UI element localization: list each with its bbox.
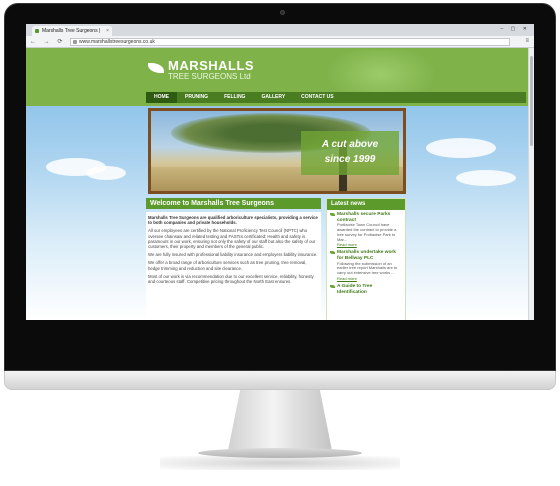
content-paragraph: We are fully insured with professional l… <box>148 252 318 258</box>
screen: Marshalls Tree Surgeons | × – ▢ ✕ ← → ⟳ … <box>26 24 534 320</box>
monitor-foot <box>198 448 362 458</box>
content-paragraph: Most of our work is via recommendation d… <box>148 273 314 285</box>
leaf-bullet-icon <box>330 251 335 255</box>
welcome-content: Marshalls Tree Surgeons are qualified ar… <box>146 212 321 320</box>
leaf-icon <box>148 63 164 73</box>
site-header: MARSHALLS TREE SURGEONS Ltd HOME PRUNING… <box>26 48 534 106</box>
browser-menu-icon[interactable]: ≡ <box>525 38 529 44</box>
news-item: A Guide to Tree Identification <box>327 282 405 296</box>
nav-contact-us[interactable]: CONTACT US <box>293 92 341 103</box>
page-scrollbar[interactable] <box>528 48 534 320</box>
main-nav: HOME PRUNING FELLING GALLERY CONTACT US <box>146 92 526 103</box>
cloud <box>426 138 496 158</box>
tab-title: Marshalls Tree Surgeons | <box>42 28 101 34</box>
nav-gallery[interactable]: GALLERY <box>253 92 293 103</box>
latest-news-panel: Latest news Marshalls secure Parks contr… <box>326 198 406 320</box>
leaf-bullet-icon <box>330 284 335 288</box>
browser-tab-bar: Marshalls Tree Surgeons | × – ▢ ✕ <box>26 24 534 36</box>
favicon-icon <box>35 29 39 33</box>
address-bar[interactable]: www.marshallstreesurgeons.co.uk <box>70 38 510 46</box>
browser-tab[interactable]: Marshalls Tree Surgeons | × <box>32 26 112 36</box>
nav-home[interactable]: HOME <box>146 92 177 103</box>
window-controls[interactable]: – ▢ ✕ <box>501 26 530 32</box>
news-heading: Latest news <box>327 199 405 210</box>
news-summary: Following the submission of an earlier t… <box>337 260 398 276</box>
read-more-link[interactable]: Read more <box>337 242 402 247</box>
monitor-stand <box>227 389 333 451</box>
scrollbar-thumb[interactable] <box>530 56 533 146</box>
url-text: www.marshallstreesurgeons.co.uk <box>79 39 155 45</box>
logo-title: MARSHALLS <box>168 58 255 73</box>
news-item: Marshalls secure Parks contract Portlaoi… <box>327 210 405 248</box>
news-title-link[interactable]: Marshalls undertake work for Bellway PLC <box>337 250 402 261</box>
news-summary: Portlaoise Town Council have awarded the… <box>337 222 397 242</box>
leaf-bullet-icon <box>330 213 335 216</box>
news-item: Marshalls undertake work for Bellway PLC… <box>327 248 405 282</box>
hero-slogan-line-2: since 1999 <box>324 154 376 165</box>
monitor-chin <box>4 370 556 390</box>
page-icon <box>73 40 77 44</box>
tab-close-icon[interactable]: × <box>106 26 109 36</box>
intro-paragraph: Marshalls Tree Surgeons are qualified ar… <box>148 215 318 226</box>
cloud <box>86 166 126 180</box>
news-title-link[interactable]: A Guide to Tree Identification <box>337 284 402 295</box>
hero-slogan: A cut above since 1999 <box>301 131 399 175</box>
read-more-link[interactable]: Read more <box>337 276 402 281</box>
content-paragraph: All our employees are certified by the N… <box>148 228 316 250</box>
imac-mockup: Marshalls Tree Surgeons | × – ▢ ✕ ← → ⟳ … <box>0 0 560 486</box>
logo-subtitle: TREE SURGEONS Ltd <box>168 72 251 81</box>
cloud <box>456 170 516 186</box>
hero-banner: A cut above since 1999 <box>148 108 406 194</box>
nav-felling[interactable]: FELLING <box>216 92 253 103</box>
hero-slogan-line-1: A cut above <box>321 139 379 150</box>
browser-toolbar: ← → ⟳ ⌂ www.marshallstreesurgeons.co.uk … <box>26 36 534 48</box>
welcome-heading: Welcome to Marshalls Tree Surgeons <box>146 198 321 209</box>
camera-icon <box>280 10 285 15</box>
web-page: MARSHALLS TREE SURGEONS Ltd HOME PRUNING… <box>26 48 534 320</box>
content-paragraph: We offer a broad range of arboriculture … <box>148 260 307 271</box>
desk-shadow <box>160 456 400 470</box>
nav-pruning[interactable]: PRUNING <box>177 92 216 103</box>
